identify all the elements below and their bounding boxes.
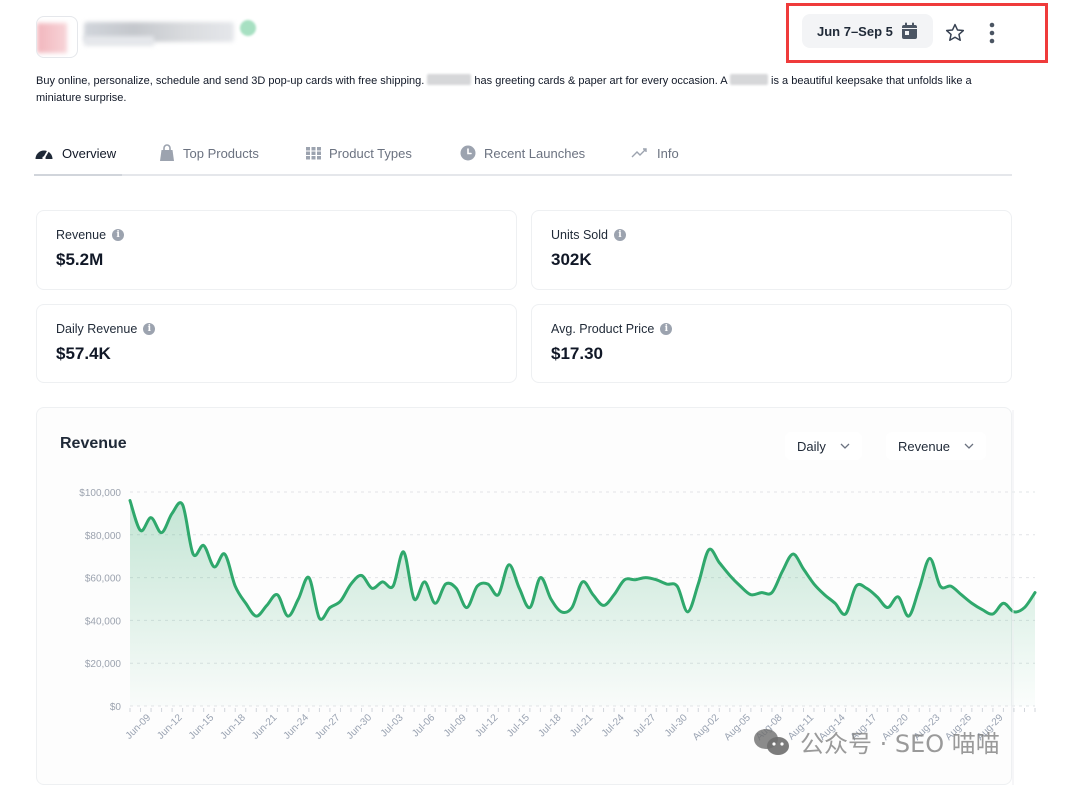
x-tick-label: Jul-18 (537, 712, 564, 739)
x-tick-label: Jun-24 (282, 712, 312, 742)
y-tick-label: $40,000 (85, 616, 122, 627)
x-tick-label: Jul-30 (663, 712, 690, 739)
x-tick-label: Jun-15 (187, 712, 217, 742)
x-tick-label: Jun-12 (155, 712, 185, 742)
x-tick-label: Jun-18 (218, 712, 248, 742)
x-tick-label: Jul-09 (442, 712, 469, 739)
y-tick-label: $20,000 (85, 659, 122, 670)
y-tick-label: $0 (110, 702, 122, 713)
x-tick-label: Jun-21 (250, 712, 280, 742)
x-tick-label: Jul-21 (568, 712, 595, 739)
watermark: 公众号 · SEO 喵喵 (752, 724, 1000, 759)
x-tick-label: Jul-15 (505, 712, 532, 739)
x-tick-label: Jun-09 (124, 712, 154, 742)
revenue-area-fill (130, 500, 1035, 706)
y-tick-label: $100,000 (79, 488, 121, 499)
x-tick-label: Jul-24 (600, 712, 627, 739)
x-tick-label: Jun-27 (313, 712, 343, 742)
x-tick-label: Aug-02 (691, 712, 722, 743)
x-tick-label: Jul-12 (473, 712, 500, 739)
watermark-text: 公众号 · SEO 喵喵 (800, 730, 1000, 758)
x-tick-label: Jul-27 (631, 712, 658, 739)
y-tick-label: $60,000 (85, 574, 122, 585)
x-tick-label: Jul-03 (379, 712, 406, 739)
x-tick-label: Aug-05 (722, 712, 753, 743)
y-tick-label: $80,000 (85, 531, 122, 542)
x-tick-label: Jul-06 (410, 712, 437, 739)
x-tick-label: Jun-30 (345, 712, 375, 742)
wechat-icon (754, 728, 789, 755)
revenue-area-chart: $0 $20,000 $40,000 $60,000 $80,000 $100,000 J… (79, 410, 1037, 785)
